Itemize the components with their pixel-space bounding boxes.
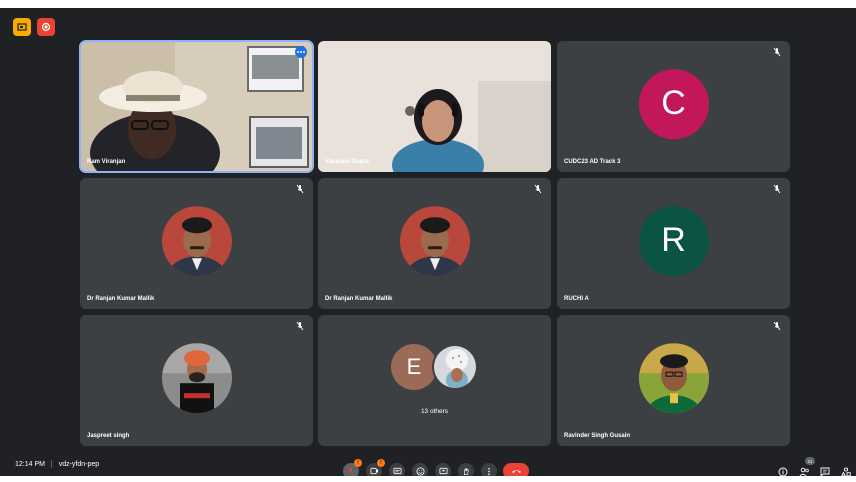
taskbar-strip — [0, 476, 856, 482]
avatar — [432, 344, 478, 390]
warning-badge: ! — [377, 459, 385, 467]
bottom-bar: 12:14 PM | vdz-yfdn-pep ! ! 21 — [0, 452, 856, 479]
mic-off-icon — [348, 467, 354, 475]
present-screen-icon — [438, 467, 448, 475]
participant-video — [80, 41, 313, 172]
meeting-code: vdz-yfdn-pep — [58, 461, 100, 468]
participant-tile[interactable]: Ram Viranjan — [79, 40, 314, 173]
warning-badge: ! — [354, 459, 362, 467]
participant-name: CUDC23 AD Track 3 — [564, 159, 621, 165]
participant-tile[interactable]: Vandana Gupta — [318, 41, 551, 172]
meeting-details: 12:14 PM | vdz-yfdn-pep — [15, 461, 99, 468]
meeting-window: Ram Viranjan Vandana Gupta C CUDC23 AD T… — [0, 8, 856, 479]
captions-icon — [392, 467, 402, 475]
participant-tile[interactable]: R RUCHI A — [557, 178, 790, 309]
mic-off-icon — [773, 184, 781, 194]
mic-off-icon — [773, 47, 781, 57]
more-options-icon — [488, 467, 490, 475]
mic-off-icon — [773, 321, 781, 331]
avatar — [638, 342, 709, 413]
avatar: R — [638, 205, 709, 276]
hang-up-icon — [511, 470, 521, 474]
participant-tile[interactable]: Dr Ranjan Kumar Mallik — [318, 178, 551, 309]
mic-off-icon — [296, 321, 304, 331]
emoji-icon — [415, 466, 425, 476]
avatar: C — [638, 68, 709, 139]
mic-off-icon — [534, 184, 542, 194]
participant-name: Ram Viranjan — [87, 159, 126, 165]
mic-off-icon — [296, 184, 304, 194]
others-tile[interactable]: E 13 others — [318, 315, 551, 446]
camera-off-icon — [369, 467, 378, 475]
avatar — [399, 205, 470, 276]
participant-name: Vandana Gupta — [325, 159, 369, 165]
participant-tile[interactable]: C CUDC23 AD Track 3 — [557, 41, 790, 172]
participant-name: Dr Ranjan Kumar Mallik — [87, 296, 155, 302]
avatar: E — [391, 344, 437, 390]
separator: | — [50, 461, 53, 468]
raise-hand-icon — [464, 467, 469, 475]
participant-grid: Ram Viranjan Vandana Gupta C CUDC23 AD T… — [79, 40, 790, 446]
avatar — [161, 205, 232, 276]
participant-tile[interactable]: Jaspreet singh — [80, 315, 313, 446]
participant-tile[interactable]: Ravinder Singh Gusain — [557, 315, 790, 446]
participant-name: Ravinder Singh Gusain — [564, 433, 631, 439]
present-icon[interactable] — [13, 18, 31, 36]
participant-video — [318, 41, 551, 172]
speaking-indicator-icon — [295, 46, 307, 58]
participant-name: Dr Ranjan Kumar Mallik — [325, 296, 393, 302]
people-count-badge: 21 — [805, 457, 815, 465]
participant-name: RUCHI A — [564, 296, 589, 302]
meeting-time: 12:14 PM — [15, 461, 45, 468]
participant-tile[interactable]: Dr Ranjan Kumar Mallik — [80, 178, 313, 309]
others-count: 13 others — [420, 408, 449, 415]
record-icon[interactable] — [37, 18, 55, 36]
avatar — [161, 342, 232, 413]
participant-name: Jaspreet singh — [87, 433, 130, 439]
